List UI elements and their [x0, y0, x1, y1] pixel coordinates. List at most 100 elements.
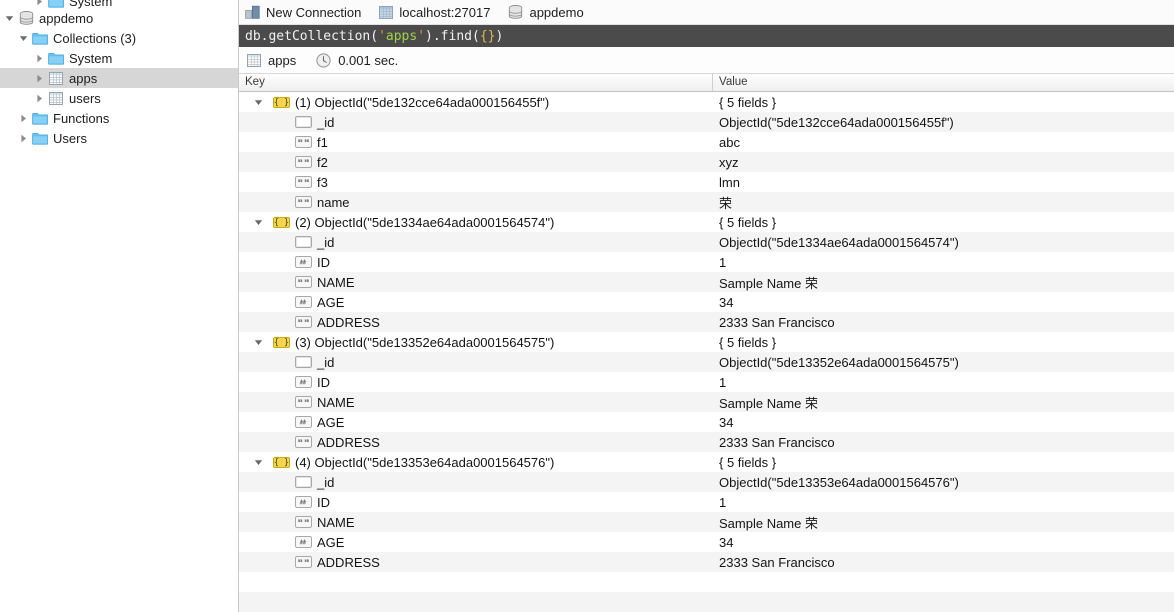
row-value-cell[interactable]: Sample Name 荣	[713, 273, 1174, 292]
tree-twisty[interactable]	[32, 88, 46, 108]
table-row[interactable]: ADDRESS 2333 San Francisco	[239, 432, 1174, 452]
row-key-cell[interactable]: ID	[239, 255, 713, 270]
table-row[interactable]: _id ObjectId("5de132cce64ada000156455f")	[239, 112, 1174, 132]
row-key-cell[interactable]: _id	[239, 235, 713, 250]
row-value-cell[interactable]: ObjectId("5de13353e64ada0001564576")	[713, 475, 1174, 490]
table-row[interactable]: f3 lmn	[239, 172, 1174, 192]
row-value-cell[interactable]: 2333 San Francisco	[713, 435, 1174, 450]
sidebar-item-collections-3[interactable]: Collections (3)	[0, 28, 238, 48]
row-value-cell[interactable]: { 5 fields }	[713, 335, 1174, 350]
row-value-cell[interactable]: xyz	[713, 155, 1174, 170]
sidebar-item-appdemo[interactable]: appdemo	[0, 8, 238, 28]
row-key-cell[interactable]: { } (1) ObjectId("5de132cce64ada000156455…	[239, 95, 713, 110]
table-row[interactable]: ADDRESS 2333 San Francisco	[239, 552, 1174, 572]
row-key-cell[interactable]: name	[239, 195, 713, 210]
table-row[interactable]: { } (2) ObjectId("5de1334ae64ada000156457…	[239, 212, 1174, 232]
row-key-cell[interactable]: ADDRESS	[239, 555, 713, 570]
row-key-cell[interactable]: AGE	[239, 415, 713, 430]
row-key-cell[interactable]: { } (3) ObjectId("5de13352e64ada000156457…	[239, 335, 713, 350]
row-twisty[interactable]	[247, 98, 269, 107]
sidebar-item-system[interactable]: System	[0, 0, 238, 11]
row-value-cell[interactable]: ObjectId("5de13352e64ada0001564575")	[713, 355, 1174, 370]
row-value-cell[interactable]: Sample Name 荣	[713, 513, 1174, 532]
row-value-cell[interactable]: 34	[713, 535, 1174, 550]
table-row[interactable]: ADDRESS 2333 San Francisco	[239, 312, 1174, 332]
table-row[interactable]: AGE 34	[239, 412, 1174, 432]
row-key-cell[interactable]: AGE	[239, 535, 713, 550]
tree-twisty[interactable]	[16, 128, 30, 148]
row-key-cell[interactable]: f1	[239, 135, 713, 150]
row-value-cell[interactable]: Sample Name 荣	[713, 393, 1174, 412]
table-row[interactable]: _id ObjectId("5de13353e64ada0001564576")	[239, 472, 1174, 492]
row-key-cell[interactable]: _id	[239, 115, 713, 130]
tree-twisty[interactable]	[32, 0, 46, 11]
sidebar-tree[interactable]: System appdemo Collections (3) System apps us…	[0, 0, 239, 612]
row-key-cell[interactable]: ID	[239, 375, 713, 390]
row-value-cell[interactable]: 1	[713, 375, 1174, 390]
sidebar-item-system[interactable]: System	[0, 48, 238, 68]
table-row[interactable]: AGE 34	[239, 292, 1174, 312]
table-row[interactable]: f2 xyz	[239, 152, 1174, 172]
row-value-cell[interactable]: 1	[713, 255, 1174, 270]
sidebar-item-users[interactable]: Users	[0, 128, 238, 148]
breadcrumb-item-appdemo[interactable]: appdemo	[508, 5, 584, 20]
row-value-cell[interactable]: ObjectId("5de1334ae64ada0001564574")	[713, 235, 1174, 250]
table-row[interactable]: NAME Sample Name 荣	[239, 272, 1174, 292]
query-input[interactable]: db.getCollection(' apps ').find({})	[239, 25, 1174, 47]
tree-twisty[interactable]	[16, 108, 30, 128]
row-key-cell[interactable]: ADDRESS	[239, 315, 713, 330]
tree-twisty[interactable]	[2, 8, 16, 28]
row-value-cell[interactable]: 荣	[713, 193, 1174, 212]
row-key-cell[interactable]: ADDRESS	[239, 435, 713, 450]
row-value-cell[interactable]: abc	[713, 135, 1174, 150]
table-row[interactable]: NAME Sample Name 荣	[239, 392, 1174, 412]
column-header-key[interactable]: Key	[239, 74, 713, 91]
row-key-cell[interactable]: NAME	[239, 275, 713, 290]
row-key-cell[interactable]: NAME	[239, 395, 713, 410]
row-value-cell[interactable]: 1	[713, 495, 1174, 510]
row-twisty[interactable]	[247, 458, 269, 467]
row-key-cell[interactable]: f3	[239, 175, 713, 190]
table-row[interactable]: { } (4) ObjectId("5de13353e64ada000156457…	[239, 452, 1174, 472]
table-row[interactable]: ID 1	[239, 252, 1174, 272]
tree-twisty[interactable]	[16, 28, 30, 48]
table-row[interactable]: ID 1	[239, 492, 1174, 512]
row-value-cell[interactable]: 34	[713, 415, 1174, 430]
row-value-cell[interactable]: { 5 fields }	[713, 95, 1174, 110]
row-key-cell[interactable]: AGE	[239, 295, 713, 310]
breadcrumb-item-new-connection[interactable]: New Connection	[245, 5, 361, 20]
result-table[interactable]: Key Value { } (1) ObjectId("5de132cce64ad…	[239, 74, 1174, 612]
row-key-cell[interactable]: f2	[239, 155, 713, 170]
sidebar-item-functions[interactable]: Functions	[0, 108, 238, 128]
row-twisty[interactable]	[247, 218, 269, 227]
table-row[interactable]: AGE 34	[239, 532, 1174, 552]
row-twisty[interactable]	[247, 338, 269, 347]
row-key-cell[interactable]: ID	[239, 495, 713, 510]
row-key-cell[interactable]: _id	[239, 355, 713, 370]
table-row[interactable]: _id ObjectId("5de1334ae64ada0001564574")	[239, 232, 1174, 252]
row-key-cell[interactable]: { } (2) ObjectId("5de1334ae64ada000156457…	[239, 215, 713, 230]
row-key-cell[interactable]: { } (4) ObjectId("5de13353e64ada000156457…	[239, 455, 713, 470]
row-key-cell[interactable]: _id	[239, 475, 713, 490]
row-value-cell[interactable]: ObjectId("5de132cce64ada000156455f")	[713, 115, 1174, 130]
tree-twisty[interactable]	[32, 68, 46, 88]
table-row[interactable]: ID 1	[239, 372, 1174, 392]
table-row[interactable]: f1 abc	[239, 132, 1174, 152]
row-key-cell[interactable]: NAME	[239, 515, 713, 530]
table-row[interactable]: NAME Sample Name 荣	[239, 512, 1174, 532]
row-value-cell[interactable]: { 5 fields }	[713, 455, 1174, 470]
sidebar-item-users[interactable]: users	[0, 88, 238, 108]
breadcrumb-item-localhost-27017[interactable]: localhost:27017	[379, 5, 490, 20]
row-value-cell[interactable]: lmn	[713, 175, 1174, 190]
row-value-cell[interactable]: { 5 fields }	[713, 215, 1174, 230]
row-value-cell[interactable]: 2333 San Francisco	[713, 555, 1174, 570]
sidebar-item-apps[interactable]: apps	[0, 68, 238, 88]
column-header-value[interactable]: Value	[713, 74, 1174, 91]
table-row[interactable]: name 荣	[239, 192, 1174, 212]
row-value-cell[interactable]: 2333 San Francisco	[713, 315, 1174, 330]
breadcrumb[interactable]: New Connection localhost:27017 appdemo	[239, 0, 1174, 25]
tree-twisty[interactable]	[32, 48, 46, 68]
row-value-cell[interactable]: 34	[713, 295, 1174, 310]
table-row[interactable]: _id ObjectId("5de13352e64ada0001564575")	[239, 352, 1174, 372]
table-row[interactable]: { } (1) ObjectId("5de132cce64ada000156455…	[239, 92, 1174, 112]
